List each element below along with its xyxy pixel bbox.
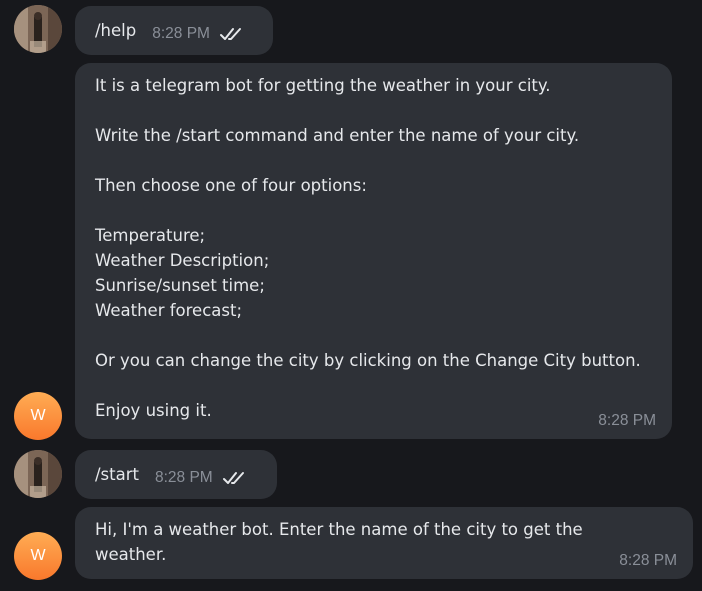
user-avatar[interactable] bbox=[14, 5, 62, 53]
message-start-reply[interactable]: Hi, I'm a weather bot. Enter the name of… bbox=[75, 507, 693, 579]
message-text: /help bbox=[95, 21, 137, 40]
message-time: 8:28 PM bbox=[619, 552, 677, 569]
message-time: 8:28 PM bbox=[152, 25, 210, 42]
user-photo-icon bbox=[14, 450, 62, 498]
bot-avatar-letter: W bbox=[30, 407, 46, 424]
user-photo-icon bbox=[14, 5, 62, 53]
bot-avatar[interactable]: W bbox=[14, 532, 62, 580]
bot-avatar[interactable]: W bbox=[14, 392, 62, 440]
message-start[interactable]: /start 8:28 PM bbox=[75, 450, 277, 499]
read-double-check-icon bbox=[222, 471, 244, 484]
message-help-reply[interactable]: It is a telegram bot for getting the wea… bbox=[75, 63, 672, 439]
bot-avatar-letter: W bbox=[30, 547, 46, 564]
message-text: It is a telegram bot for getting the wea… bbox=[95, 76, 641, 420]
message-time: 8:28 PM bbox=[598, 412, 656, 429]
user-avatar[interactable] bbox=[14, 450, 62, 498]
read-double-check-icon bbox=[219, 27, 241, 40]
message-text: Hi, I'm a weather bot. Enter the name of… bbox=[95, 520, 583, 564]
message-time: 8:28 PM bbox=[155, 469, 213, 486]
message-text: /start bbox=[95, 465, 139, 484]
message-help[interactable]: /help 8:28 PM bbox=[75, 6, 273, 55]
